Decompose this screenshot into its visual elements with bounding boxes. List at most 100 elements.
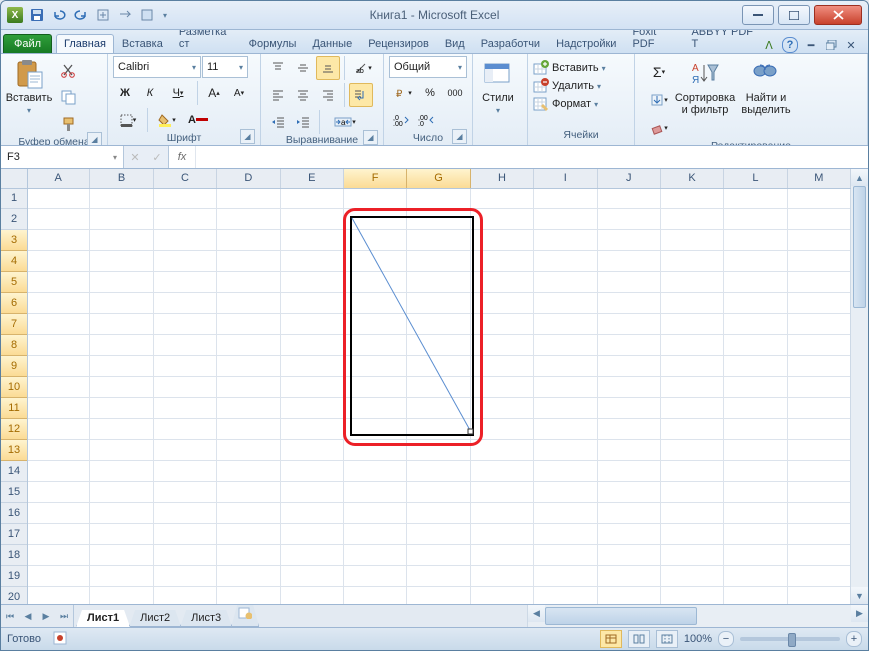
format-painter-button[interactable] <box>56 112 80 136</box>
clipboard-launcher[interactable]: ◢ <box>87 132 102 146</box>
grow-font-button[interactable]: A▴ <box>202 81 226 105</box>
border-button[interactable]: ▾ <box>113 108 143 132</box>
decrease-indent-button[interactable] <box>266 110 290 134</box>
currency-button[interactable]: ₽▾ <box>389 81 417 105</box>
col-header-J[interactable]: J <box>598 169 661 188</box>
view-normal-button[interactable] <box>600 630 622 648</box>
row-header-18[interactable]: 18 <box>1 545 27 566</box>
zoom-slider[interactable] <box>740 637 840 641</box>
number-format-combo[interactable]: Общий▾ <box>389 56 467 78</box>
row-header-19[interactable]: 19 <box>1 566 27 587</box>
sheet-nav-last[interactable]: ⏭ <box>55 605 73 627</box>
vscroll-thumb[interactable] <box>853 186 866 308</box>
row-header-5[interactable]: 5 <box>1 272 27 293</box>
col-header-B[interactable]: B <box>90 169 153 188</box>
name-box[interactable]: F3▾ <box>1 146 124 168</box>
row-header-13[interactable]: 13 <box>1 440 27 461</box>
copy-button[interactable] <box>56 85 80 109</box>
zoom-out-button[interactable]: − <box>718 631 734 647</box>
row-header-20[interactable]: 20 <box>1 587 27 604</box>
paste-button[interactable]: Вставить▾ <box>6 56 52 117</box>
cut-button[interactable] <box>56 58 80 82</box>
italic-button[interactable]: К <box>138 81 162 105</box>
cancel-formula-button[interactable]: ✕ <box>124 146 146 168</box>
sheet-nav-next[interactable]: ▶ <box>37 605 55 627</box>
hscroll-thumb[interactable] <box>545 607 697 625</box>
scroll-left-icon[interactable]: ◀ <box>528 605 545 622</box>
col-header-H[interactable]: H <box>471 169 534 188</box>
decrease-decimal-button[interactable]: ,00,0 <box>414 108 438 132</box>
close-button[interactable] <box>814 5 862 25</box>
file-tab[interactable]: Файл <box>3 34 52 53</box>
fill-button[interactable]: ▾ <box>644 88 674 112</box>
increase-decimal-button[interactable]: ,0,00 <box>389 108 413 132</box>
wrap-text-button[interactable] <box>349 83 373 107</box>
comma-button[interactable]: 000 <box>443 81 467 105</box>
tab-home[interactable]: Главная <box>56 34 114 53</box>
font-color-button[interactable]: A <box>183 108 213 132</box>
qat-button-2[interactable] <box>115 4 135 26</box>
redo-button[interactable] <box>71 4 91 26</box>
vertical-scrollbar[interactable]: ▲ ▼ <box>850 169 868 604</box>
maximize-button[interactable] <box>778 5 810 25</box>
col-header-L[interactable]: L <box>724 169 787 188</box>
find-select-button[interactable]: Найти и выделить <box>736 56 796 116</box>
tab-insert[interactable]: Вставка <box>114 34 171 53</box>
row-header-1[interactable]: 1 <box>1 188 27 209</box>
diagonal-line-shape[interactable] <box>350 216 474 435</box>
row-header-6[interactable]: 6 <box>1 293 27 314</box>
select-all-corner[interactable] <box>1 169 28 189</box>
align-middle-button[interactable] <box>291 56 315 80</box>
clear-button[interactable]: ▾ <box>644 116 674 140</box>
sort-filter-button[interactable]: АЯ Сортировка и фильтр <box>674 56 736 116</box>
minimize-button[interactable] <box>742 5 774 25</box>
row-header-7[interactable]: 7 <box>1 314 27 335</box>
tab-developer[interactable]: Разработчи <box>473 34 548 53</box>
sheet-tab-2[interactable]: Лист2 <box>129 610 181 627</box>
undo-button[interactable] <box>49 4 69 26</box>
save-button[interactable] <box>27 4 47 26</box>
minimize-ribbon-button[interactable]: ᐱ <box>762 38 776 52</box>
row-header-9[interactable]: 9 <box>1 356 27 377</box>
qat-more-button[interactable]: ▾ <box>159 4 171 26</box>
row-header-8[interactable]: 8 <box>1 335 27 356</box>
new-sheet-button[interactable] <box>231 605 259 627</box>
scroll-up-icon[interactable]: ▲ <box>851 169 868 186</box>
scroll-right-icon[interactable]: ▶ <box>851 605 868 622</box>
view-pagebreak-button[interactable] <box>656 630 678 648</box>
align-center-button[interactable] <box>291 83 315 107</box>
fx-button[interactable]: fx <box>169 146 196 168</box>
align-launcher[interactable]: ◢ <box>363 130 378 145</box>
col-header-D[interactable]: D <box>217 169 280 188</box>
cell-grid[interactable] <box>27 188 851 604</box>
col-header-I[interactable]: I <box>534 169 597 188</box>
col-header-E[interactable]: E <box>281 169 344 188</box>
accept-formula-button[interactable]: ✓ <box>146 146 168 168</box>
row-header-16[interactable]: 16 <box>1 503 27 524</box>
sheet-tab-1[interactable]: Лист1 <box>76 610 130 627</box>
insert-cells-button[interactable]: Вставить▾ <box>533 60 606 76</box>
underline-button[interactable]: Ч ▾ <box>163 81 193 105</box>
format-cells-button[interactable]: Формат▾ <box>533 96 598 112</box>
zoom-in-button[interactable]: + <box>846 631 862 647</box>
help-button[interactable]: ? <box>782 37 798 53</box>
merge-button[interactable]: a▾ <box>324 110 366 134</box>
row-header-15[interactable]: 15 <box>1 482 27 503</box>
qat-button-1[interactable] <box>93 4 113 26</box>
sheet-nav-first[interactable]: ⏮ <box>1 605 19 627</box>
col-header-G[interactable]: G <box>407 169 470 188</box>
percent-button[interactable]: % <box>418 81 442 105</box>
row-header-11[interactable]: 11 <box>1 398 27 419</box>
align-bottom-button[interactable] <box>316 56 340 80</box>
align-top-button[interactable] <box>266 56 290 80</box>
sheet-tab-3[interactable]: Лист3 <box>180 610 232 627</box>
autosum-button[interactable]: Σ ▾ <box>644 60 674 84</box>
col-header-A[interactable]: A <box>27 169 90 188</box>
tab-data[interactable]: Данные <box>304 34 360 53</box>
col-header-F[interactable]: F <box>344 169 407 188</box>
row-header-10[interactable]: 10 <box>1 377 27 398</box>
scroll-down-icon[interactable]: ▼ <box>851 587 868 604</box>
row-header-2[interactable]: 2 <box>1 209 27 230</box>
fill-color-button[interactable]: ▾ <box>152 108 182 132</box>
sheet-nav-prev[interactable]: ◀ <box>19 605 37 627</box>
